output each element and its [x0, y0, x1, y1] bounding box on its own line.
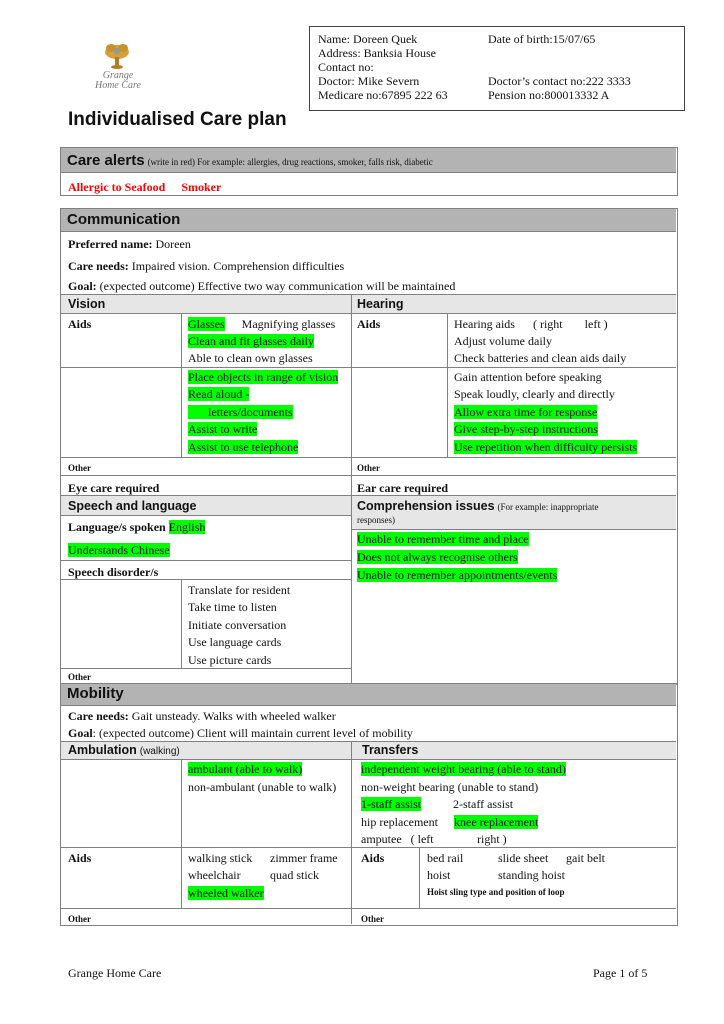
patient-name: Name: Doreen Quek — [318, 32, 418, 46]
language-spoken: Language/s spoken English — [68, 520, 206, 534]
ambulation-aid-zimmer: zimmer frame — [270, 851, 338, 865]
communication-heading: Communication — [67, 211, 181, 228]
ambulation-hint: (walking) — [139, 746, 180, 757]
transfer-aids-label: Aids — [361, 851, 385, 865]
vision-support-item: Assist to write — [188, 422, 258, 436]
understands-language: Understands Chinese — [68, 543, 170, 557]
hearing-support-item: Speak loudly, clearly and directly — [454, 387, 615, 401]
vision-support-item: letters/documents — [188, 405, 293, 419]
patient-address: Address: Banksia House — [318, 46, 436, 60]
hearing-aid-left: left ) — [584, 317, 608, 331]
comprehension-hint: (For example: inappropriate — [497, 502, 599, 512]
mobility-goal: Goal: (expected outcome) Client will mai… — [68, 726, 413, 740]
vision-heading: Vision — [68, 297, 106, 311]
communication-goal: Goal: (expected outcome) Effective two w… — [68, 279, 456, 293]
vision-other-label: Other — [68, 463, 91, 473]
hoist-sling-note: Hoist sling type and position of loop — [427, 887, 565, 897]
care-alert: Smoker — [181, 180, 222, 194]
hearing-aid-right: ( right — [532, 317, 563, 331]
transfer-amputee-right: right ) — [477, 832, 507, 846]
ambulant-option: ambulant (able to walk) — [188, 762, 303, 776]
hearing-aid-adjust: Adjust volume daily — [454, 334, 552, 348]
patient-contact: Contact no: — [318, 60, 374, 74]
hearing-support-item: Use repetition when difficulty persists — [454, 440, 638, 454]
vision-support-item: Read aloud - — [188, 387, 250, 401]
vision-aid-glasses: Glasses — [188, 317, 225, 331]
transfers-other-label: Other — [361, 914, 384, 924]
transfer-independent: independent weight bearing (able to stan… — [361, 762, 566, 776]
logo-text-line2: Home Care — [94, 80, 141, 91]
hearing-heading: Hearing — [357, 297, 404, 311]
speech-disorder-label: Speech disorder/s — [68, 565, 159, 579]
footer-organisation: Grange Home Care — [68, 966, 162, 980]
speech-support-item: Initiate conversation — [188, 618, 287, 632]
speech-support-item: Translate for resident — [188, 583, 291, 597]
comprehension-issue: Unable to remember appointments/events — [357, 568, 558, 582]
non-ambulant-option: non-ambulant (unable to walk) — [188, 780, 337, 794]
transfer-aid-gait-belt: gait belt — [566, 851, 605, 865]
vision-support-item: Place objects in range of vision — [188, 370, 339, 384]
care-alerts-list: Allergic to Seafood Smoker — [68, 180, 221, 194]
vision-support-item: Assist to use telephone — [188, 440, 299, 454]
preferred-name: Preferred name: Doreen — [68, 237, 191, 251]
footer-page-number: Page 1 of 5 — [593, 966, 648, 980]
ambulation-heading-group: Ambulation (walking) — [68, 743, 180, 757]
care-alerts-heading: Care alerts (write in red) For example: … — [67, 152, 433, 169]
transfer-hip: hip replacement — [361, 815, 438, 829]
ambulation-aid-walking-stick: walking stick — [188, 851, 253, 865]
vision-aids-label: Aids — [68, 317, 92, 331]
comprehension-heading-group: Comprehension issues (For example: inapp… — [357, 499, 599, 513]
transfer-knee: knee replacement — [454, 815, 539, 829]
vision-aid-clean-fit: Clean and fit glasses daily — [188, 334, 314, 348]
patient-doctor-contact: Doctor’s contact no:222 3333 — [488, 74, 631, 88]
communication-care-needs: Care needs: Impaired vision. Comprehensi… — [68, 259, 345, 273]
hearing-aid-hearing-aids: Hearing aids — [454, 317, 515, 331]
vision-aid-magnifying: Magnifying glasses — [241, 317, 336, 331]
transfer-amputee: amputee ( left — [361, 832, 434, 846]
transfers-heading: Transfers — [362, 743, 419, 757]
hearing-support-item: Allow extra time for response — [454, 405, 598, 419]
ambulation-other-label: Other — [68, 914, 91, 924]
comprehension-issue: Unable to remember time and place — [357, 532, 529, 546]
ambulation-aid-quad: quad stick — [270, 868, 319, 882]
ambulation-aids-label: Aids — [68, 851, 92, 865]
transfer-aid-bed-rail: bed rail — [427, 851, 464, 865]
transfer-aid-slide-sheet: slide sheet — [498, 851, 549, 865]
hearing-aid-check: Check batteries and clean aids daily — [454, 351, 627, 365]
ambulation-aid-wheelchair: wheelchair — [188, 868, 241, 882]
transfer-one-staff: 1-staff assist — [361, 797, 422, 811]
eye-care-required: Eye care required — [68, 481, 160, 495]
hearing-support-item: Gain attention before speaking — [454, 370, 602, 384]
care-alert: Allergic to Seafood — [68, 180, 166, 194]
comprehension-hint-cont: responses) — [357, 515, 395, 525]
patient-medicare: Medicare no:67895 222 63 — [318, 88, 448, 102]
comprehension-issue: Does not always recognise others — [357, 550, 518, 564]
care-alerts-hint: (write in red) For example: allergies, d… — [147, 157, 433, 167]
speech-support-item: Use language cards — [188, 635, 282, 649]
speech-other-label: Other — [68, 672, 91, 682]
mobility-heading: Mobility — [67, 685, 124, 702]
transfer-aid-standing-hoist: standing hoist — [498, 868, 566, 882]
transfer-aid-hoist: hoist — [427, 868, 451, 882]
patient-pension: Pension no:800013332 A — [488, 88, 610, 102]
patient-dob: Date of birth:15/07/65 — [488, 32, 596, 46]
ear-care-required: Ear care required — [357, 481, 449, 495]
ambulation-aid-wheeled-walker: wheeled walker — [188, 886, 264, 900]
language-value: English — [168, 520, 206, 534]
transfer-two-staff: 2-staff assist — [453, 797, 514, 811]
transfer-non-weight: non-weight bearing (unable to stand) — [361, 780, 539, 794]
vision-aid-able-clean: Able to clean own glasses — [188, 351, 313, 365]
flower-logo-icon — [105, 44, 129, 69]
hearing-support-item: Give step-by-step instructions — [454, 422, 598, 436]
mobility-care-needs: Care needs: Gait unsteady. Walks with wh… — [68, 709, 336, 723]
speech-support-item: Use picture cards — [188, 653, 272, 667]
patient-doctor: Doctor: Mike Severn — [318, 74, 420, 88]
speech-support-item: Take time to listen — [188, 600, 277, 614]
hearing-other-label: Other — [357, 463, 380, 473]
hearing-aids-label: Aids — [357, 317, 381, 331]
page-title: Individualised Care plan — [68, 109, 287, 130]
speech-heading: Speech and language — [68, 499, 197, 513]
